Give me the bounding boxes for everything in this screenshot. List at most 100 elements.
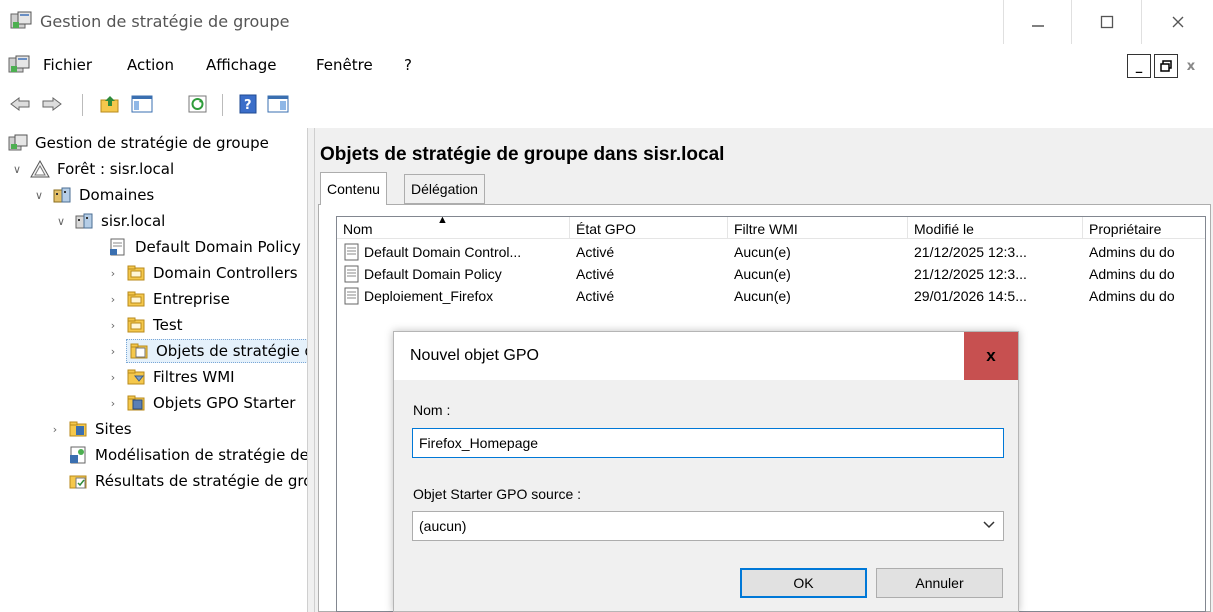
tree-item-label: Gestion de stratégie de groupe — [35, 134, 269, 152]
tree-item-results[interactable]: Résultats de stratégie de groupe — [68, 468, 307, 494]
cell-owner: Admins du do — [1089, 244, 1175, 260]
tree-item-label: Objets GPO Starter — [153, 394, 296, 412]
mdi-minimize-button[interactable]: _ — [1127, 54, 1151, 78]
selected-node: Objets de stratégie de groupe — [126, 339, 307, 363]
action-pane-icon[interactable] — [266, 92, 290, 116]
menu-affichage[interactable]: Affichage — [206, 56, 276, 74]
dialog-title-bar: Nouvel objet GPO x — [394, 332, 1018, 380]
cancel-button[interactable]: Annuler — [876, 568, 1003, 598]
mdi-controls: _ x — [1127, 54, 1201, 78]
expand-chevron-icon[interactable]: › — [104, 315, 122, 335]
document-icon[interactable] — [8, 55, 30, 75]
tree-item-domain-controllers[interactable]: › Domain Controllers — [104, 260, 298, 286]
gpo-name-input[interactable] — [412, 428, 1004, 458]
tree-item-label: Sites — [95, 420, 132, 438]
tree-item-starter-gpos[interactable]: › Objets GPO Starter — [104, 390, 296, 416]
menu-action[interactable]: Action — [127, 56, 174, 74]
cell-state: Activé — [576, 266, 615, 282]
close-window-button[interactable] — [1141, 0, 1213, 44]
expand-chevron-icon[interactable]: › — [104, 367, 122, 387]
menu-fenetre[interactable]: Fenêtre — [316, 56, 373, 74]
refresh-icon[interactable] — [186, 92, 210, 116]
collapse-chevron-icon[interactable]: ∨ — [8, 159, 26, 179]
collapse-chevron-icon[interactable]: ∨ — [52, 211, 70, 231]
list-header: Nom ▲ État GPO Filtre WMI Modifié le Pro… — [337, 217, 1205, 239]
expand-chevron-icon[interactable]: › — [104, 341, 122, 361]
table-row[interactable]: Default Domain Policy Activé Aucun(e) 21… — [337, 263, 1205, 285]
sort-ascending-icon: ▲ — [437, 216, 448, 226]
starter-gpo-icon — [126, 393, 146, 413]
tree-item-gpmc-root[interactable]: Gestion de stratégie de groupe — [8, 130, 269, 156]
column-header-proprietaire[interactable]: Propriétaire — [1083, 217, 1205, 239]
new-gpo-dialog: Nouvel objet GPO x Nom : Objet Starter G… — [393, 331, 1019, 612]
tree-item-label: Objets de stratégie de groupe — [156, 342, 307, 360]
gpo-icon — [343, 287, 360, 305]
table-row[interactable]: Default Domain Control... Activé Aucun(e… — [337, 241, 1205, 263]
tree-item-label: sisr.local — [101, 212, 166, 230]
help-icon[interactable]: ? — [236, 92, 260, 116]
forward-icon[interactable] — [40, 92, 64, 116]
wmi-folder-icon — [126, 367, 146, 387]
mdi-restore-button[interactable] — [1154, 54, 1178, 78]
page-title: Objets de stratégie de groupe dans sisr.… — [320, 144, 725, 165]
results-icon — [68, 471, 88, 491]
table-row[interactable]: Deploiement_Firefox Activé Aucun(e) 29/0… — [337, 285, 1205, 307]
tree-item-label: Domain Controllers — [153, 264, 298, 282]
back-icon[interactable] — [8, 92, 32, 116]
cell-name: Default Domain Control... — [364, 244, 522, 260]
menu-bar: Fichier Action Affichage Fenêtre ? _ x — [0, 48, 1213, 82]
cell-name: Deploiement_Firefox — [364, 288, 494, 304]
tab-contenu[interactable]: Contenu — [320, 172, 387, 205]
tree-item-label: Modélisation de stratégie de groupe — [95, 446, 307, 464]
cell-modified: 29/01/2026 14:5... — [914, 288, 1027, 304]
dialog-close-button[interactable]: x — [964, 332, 1018, 380]
expand-chevron-icon[interactable]: › — [104, 263, 122, 283]
tree-item-modeling[interactable]: Modélisation de stratégie de groupe — [68, 442, 307, 468]
tree-item-sisr-local[interactable]: ∨ sisr.local — [52, 208, 165, 234]
expand-chevron-icon[interactable]: › — [104, 289, 122, 309]
tree-item-test[interactable]: › Test — [104, 312, 183, 338]
domain-icon — [74, 211, 94, 231]
starter-gpo-select[interactable]: (aucun) — [412, 511, 1004, 541]
starter-gpo-label: Objet Starter GPO source : — [413, 486, 582, 502]
tree-item-forest[interactable]: ∨ Forêt : sisr.local — [8, 156, 174, 182]
console-tree: Gestion de stratégie de groupe ∨ Forêt :… — [0, 128, 307, 612]
tree-item-wmi-filters[interactable]: › Filtres WMI — [104, 364, 235, 390]
gpo-icon — [343, 265, 360, 283]
tree-item-default-domain-policy[interactable]: Default Domain Policy — [108, 234, 301, 260]
gpo-link-icon — [108, 237, 128, 257]
maximize-button[interactable] — [1071, 0, 1141, 44]
chevron-down-icon — [983, 518, 995, 532]
tree-item-sites[interactable]: › Sites — [46, 416, 132, 442]
gpmc-icon — [8, 133, 28, 153]
menu-fichier[interactable]: Fichier — [43, 56, 92, 74]
column-header-modifie[interactable]: Modifié le — [908, 217, 1083, 239]
column-header-etat[interactable]: État GPO — [570, 217, 728, 239]
up-folder-icon[interactable] — [98, 92, 122, 116]
column-header-wmi[interactable]: Filtre WMI — [728, 217, 908, 239]
minimize-button[interactable] — [1003, 0, 1071, 44]
menu-help[interactable]: ? — [404, 56, 412, 74]
collapse-chevron-icon[interactable]: ∨ — [30, 185, 48, 205]
cell-state: Activé — [576, 244, 615, 260]
cell-wmi: Aucun(e) — [734, 244, 791, 260]
cell-name: Default Domain Policy — [364, 266, 502, 282]
gpmc-app-icon — [10, 11, 32, 31]
show-hide-tree-icon[interactable] — [130, 92, 154, 116]
tree-item-entreprise[interactable]: › Entreprise — [104, 286, 230, 312]
tree-item-domains[interactable]: ∨ Domaines — [30, 182, 154, 208]
mdi-close-button[interactable]: x — [1181, 54, 1201, 78]
tree-item-gpo-container[interactable]: › Objets de stratégie de groupe — [104, 338, 307, 364]
ou-icon — [126, 315, 146, 335]
column-header-nom[interactable]: Nom ▲ — [337, 217, 570, 239]
expand-chevron-icon[interactable]: › — [104, 393, 122, 413]
expand-chevron-icon[interactable]: › — [46, 419, 64, 439]
forest-icon — [30, 159, 50, 179]
tab-delegation[interactable]: Délégation — [404, 174, 485, 204]
pane-splitter[interactable] — [307, 128, 315, 612]
ok-button[interactable]: OK — [740, 568, 867, 598]
title-bar: Gestion de stratégie de groupe — [0, 0, 1213, 44]
ou-icon — [126, 263, 146, 283]
cell-modified: 21/12/2025 12:3... — [914, 244, 1027, 260]
cell-state: Activé — [576, 288, 615, 304]
